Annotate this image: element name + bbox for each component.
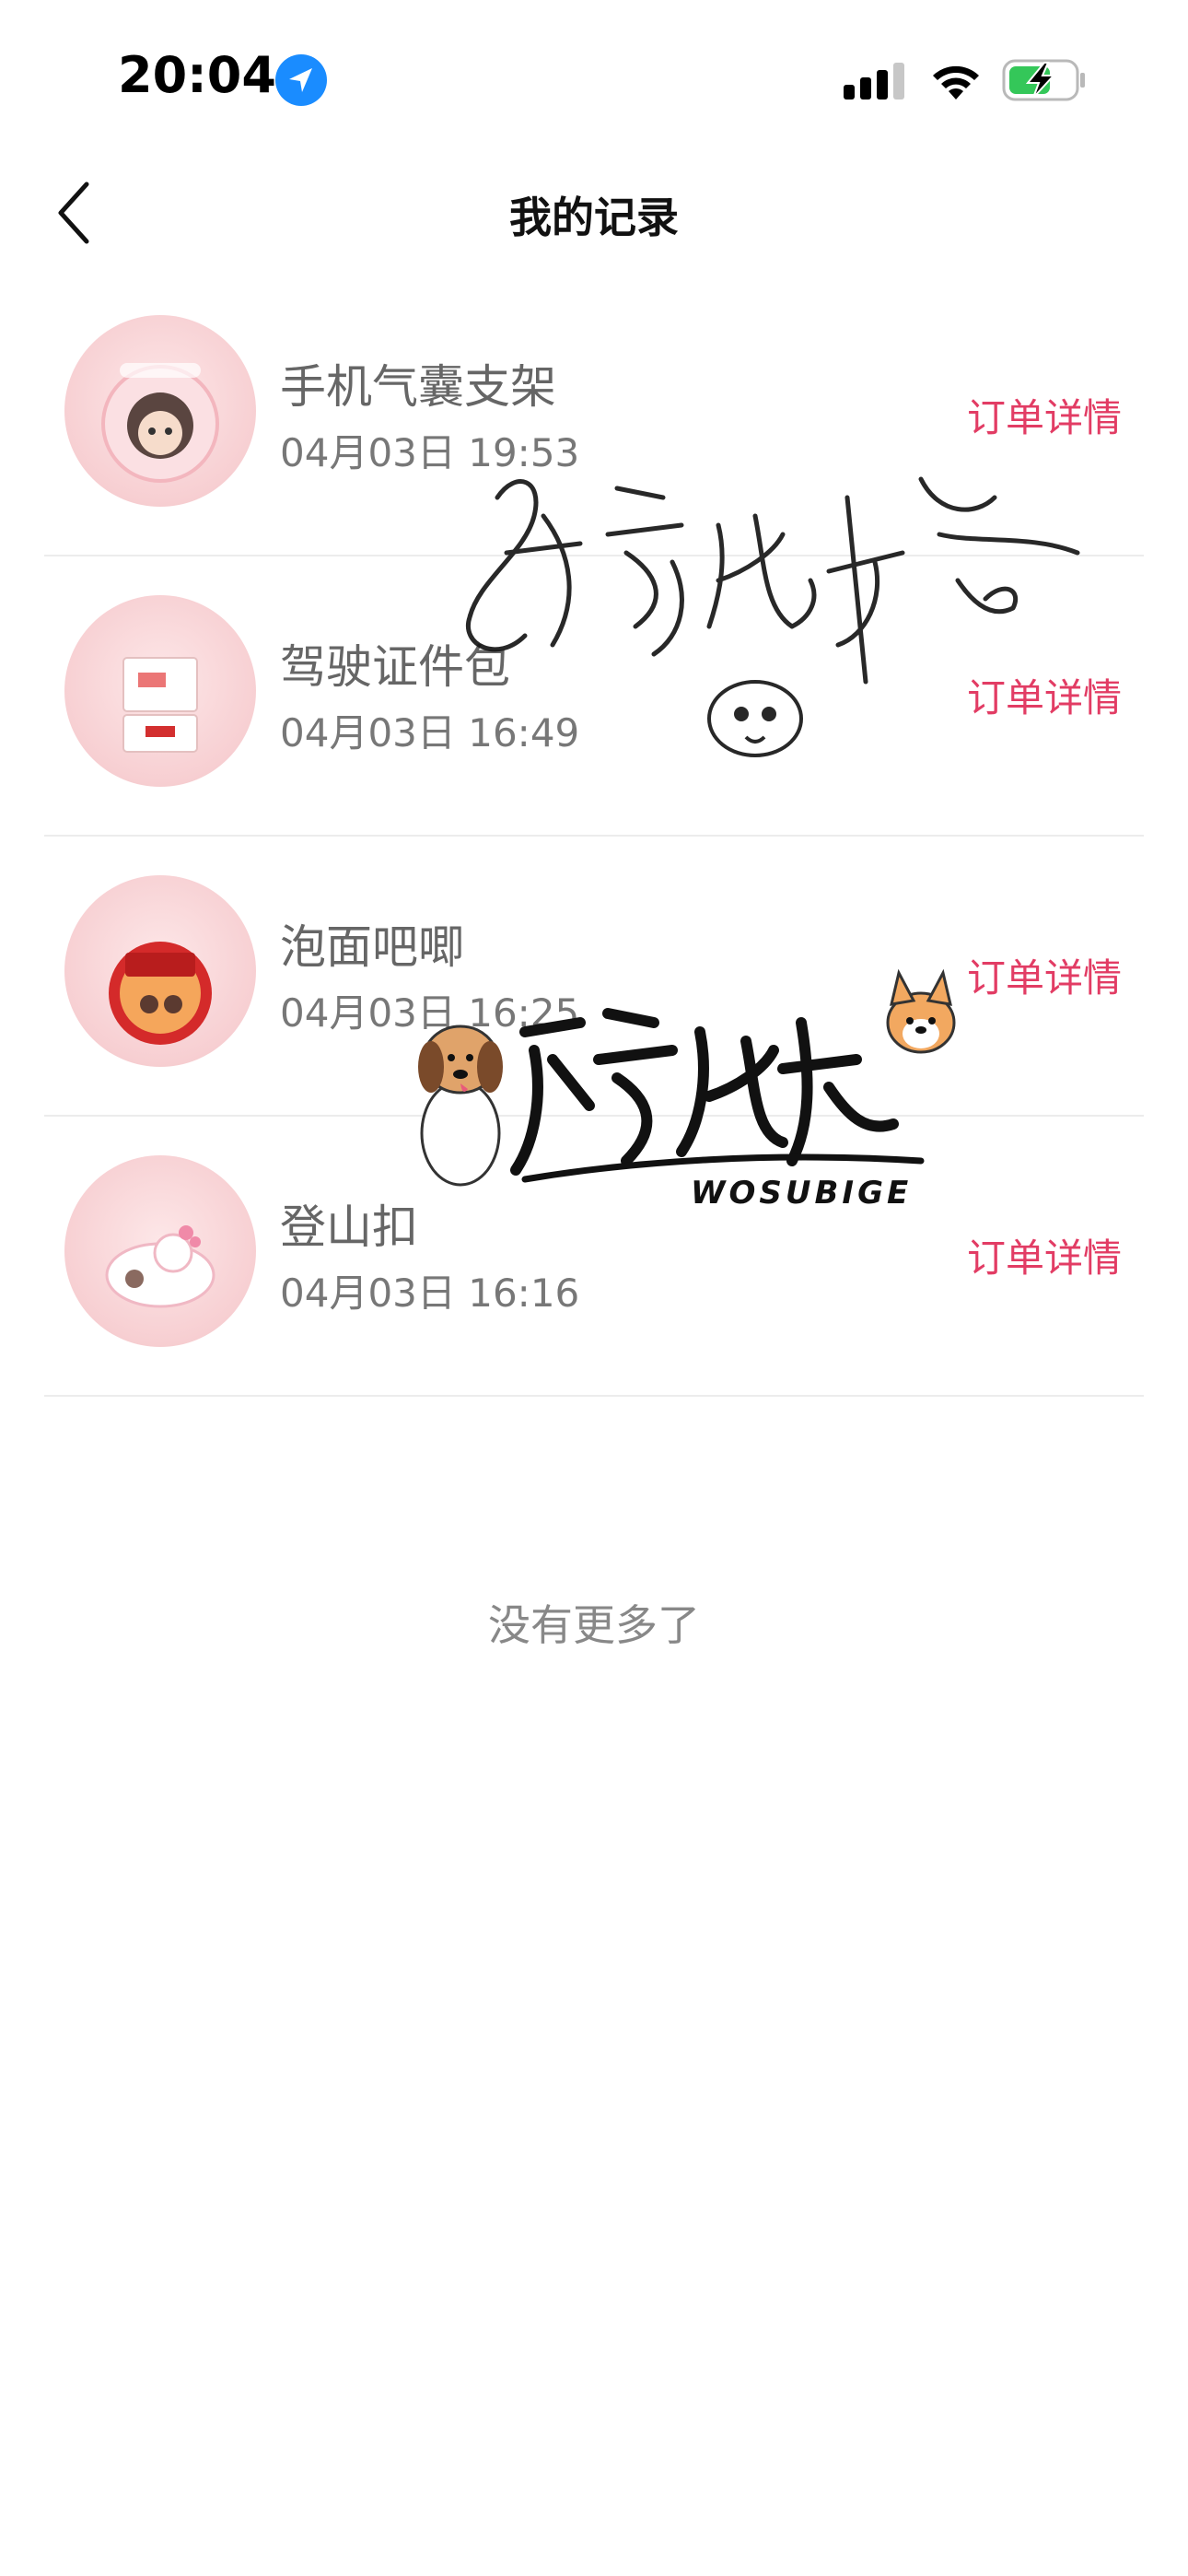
record-time: 04月03日 16:49 bbox=[280, 710, 580, 755]
record-list: 手机气囊支架 04月03日 19:53 订单详情 驾驶证件包 04月03日 16… bbox=[44, 276, 1144, 1397]
record-name: 泡面吧唧 bbox=[280, 920, 464, 974]
product-thumbnail bbox=[64, 315, 256, 507]
record-time: 04月03日 16:16 bbox=[280, 1270, 580, 1316]
girl-badge-thumbnail bbox=[101, 363, 219, 483]
location-arrow-icon bbox=[275, 54, 327, 106]
record-item[interactable]: 泡面吧唧 04月03日 16:25 订单详情 bbox=[44, 837, 1144, 1117]
nav-bar: 我的记录 bbox=[0, 157, 1188, 267]
record-time: 04月03日 16:25 bbox=[280, 990, 580, 1036]
product-thumbnail bbox=[64, 595, 256, 787]
cup-noodles-thumbnail bbox=[109, 942, 212, 1045]
battery-charging-icon bbox=[1002, 59, 1085, 101]
status-time: 20:04 bbox=[118, 46, 276, 104]
no-more-text: 没有更多了 bbox=[488, 1600, 700, 1650]
carabiner-charm-thumbnail bbox=[105, 1225, 215, 1308]
product-thumbnail bbox=[64, 1155, 256, 1347]
record-item[interactable]: 登山扣 04月03日 16:16 订单详情 bbox=[44, 1117, 1144, 1397]
record-name: 登山扣 bbox=[280, 1200, 418, 1254]
cellular-signal-icon bbox=[844, 63, 904, 100]
order-detail-link[interactable]: 订单详情 bbox=[967, 387, 1122, 443]
record-item[interactable]: 手机气囊支架 04月03日 19:53 订单详情 bbox=[44, 276, 1144, 556]
record-time: 04月03日 19:53 bbox=[280, 430, 580, 475]
record-item[interactable]: 驾驶证件包 04月03日 16:49 订单详情 bbox=[44, 556, 1144, 837]
wifi-icon bbox=[933, 65, 979, 100]
order-detail-link[interactable]: 订单详情 bbox=[967, 1227, 1122, 1283]
page-title: 我的记录 bbox=[509, 193, 679, 242]
product-thumbnail bbox=[64, 875, 256, 1067]
record-name: 驾驶证件包 bbox=[280, 640, 510, 694]
status-bar: 20:04 bbox=[0, 0, 1188, 147]
order-detail-link[interactable]: 订单详情 bbox=[967, 667, 1122, 723]
card-holder-thumbnail bbox=[122, 657, 198, 753]
order-detail-link[interactable]: 订单详情 bbox=[967, 947, 1122, 1003]
record-name: 手机气囊支架 bbox=[280, 360, 556, 414]
